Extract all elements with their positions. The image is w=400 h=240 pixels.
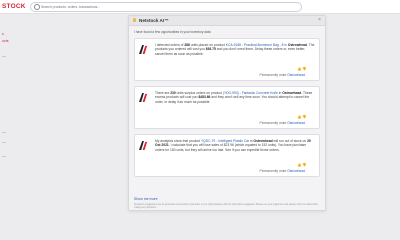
mute-row: Permanently mute Ostrowhead — [260, 73, 305, 77]
insight-card: I detected orders of 288 units placed on… — [134, 38, 320, 81]
insight-text: There are 230 units surplus orders on pr… — [155, 91, 313, 104]
sidebar-item-1[interactable]: s — [2, 32, 4, 36]
mute-row: Permanently mute Ostrowhead — [260, 169, 305, 173]
search-bar[interactable] — [30, 2, 302, 12]
thumbs-down-icon[interactable]: 👎 — [302, 67, 306, 71]
insight-text: My analytics show that product YQDC-79 -… — [155, 139, 311, 152]
netstock-logo-icon — [139, 93, 148, 102]
close-icon[interactable]: × — [318, 17, 321, 23]
mute-label: Permanently mute — [259, 169, 287, 173]
thumbs-up-icon[interactable]: 👍 — [297, 67, 301, 71]
search-input[interactable] — [41, 4, 291, 10]
insight-card: There are 230 units surplus orders on pr… — [134, 86, 320, 129]
panel-intro: I have found a few opportunities in your… — [134, 30, 211, 34]
netstock-logo-icon — [139, 45, 148, 54]
mute-label: Permanently mute — [259, 121, 287, 125]
thumbs-up-icon[interactable]: 👍 — [297, 163, 301, 167]
netstock-logo-icon — [139, 141, 148, 150]
mute-location-link[interactable]: Ostrowhead — [287, 169, 305, 173]
app-logo[interactable]: STOCK — [2, 3, 26, 10]
thumbs-up-icon[interactable]: 👍 — [297, 115, 301, 119]
sidebar-divider — [2, 142, 6, 143]
top-bar: STOCK — [0, 0, 400, 14]
mute-label: Permanently mute — [259, 73, 287, 77]
insight-text: I detected orders of 288 units placed on… — [155, 43, 315, 56]
ai-disclaimer: Netstock's suggestions are AI generated … — [134, 204, 319, 209]
sidebar-item-2[interactable]: ucts — [2, 39, 9, 43]
product-link[interactable]: KCA-9188 - Practical Aluminum Bag - 8 in — [226, 43, 287, 47]
mute-row: Permanently mute Ostrowhead — [260, 121, 305, 125]
panel-header: Netstock AI™ × — [129, 16, 325, 26]
search-icon — [34, 4, 40, 10]
thumbs-down-icon[interactable]: 👎 — [302, 115, 306, 119]
mute-location-link[interactable]: Ostrowhead — [287, 73, 305, 77]
insight-card: My analytics show that product YQDC-79 -… — [134, 134, 320, 177]
show-more-link[interactable]: Show me more — [134, 197, 158, 201]
ai-insights-panel: Netstock AI™ × I have found a few opport… — [128, 15, 326, 211]
sidebar-divider — [2, 156, 6, 157]
product-link[interactable]: (YDG-993) - Fantastic Concrete Knife — [223, 91, 278, 95]
product-link[interactable]: YQDC-79 - Intelligent Plastic Car — [201, 139, 249, 143]
mute-location-link[interactable]: Ostrowhead — [287, 121, 305, 125]
sidebar-divider — [2, 56, 6, 57]
lightbulb-icon — [133, 18, 136, 22]
sidebar-divider — [2, 132, 6, 133]
panel-title: Netstock AI™ — [139, 18, 169, 23]
sidebar: s ucts — [0, 14, 26, 240]
thumbs-down-icon[interactable]: 👎 — [302, 163, 306, 167]
